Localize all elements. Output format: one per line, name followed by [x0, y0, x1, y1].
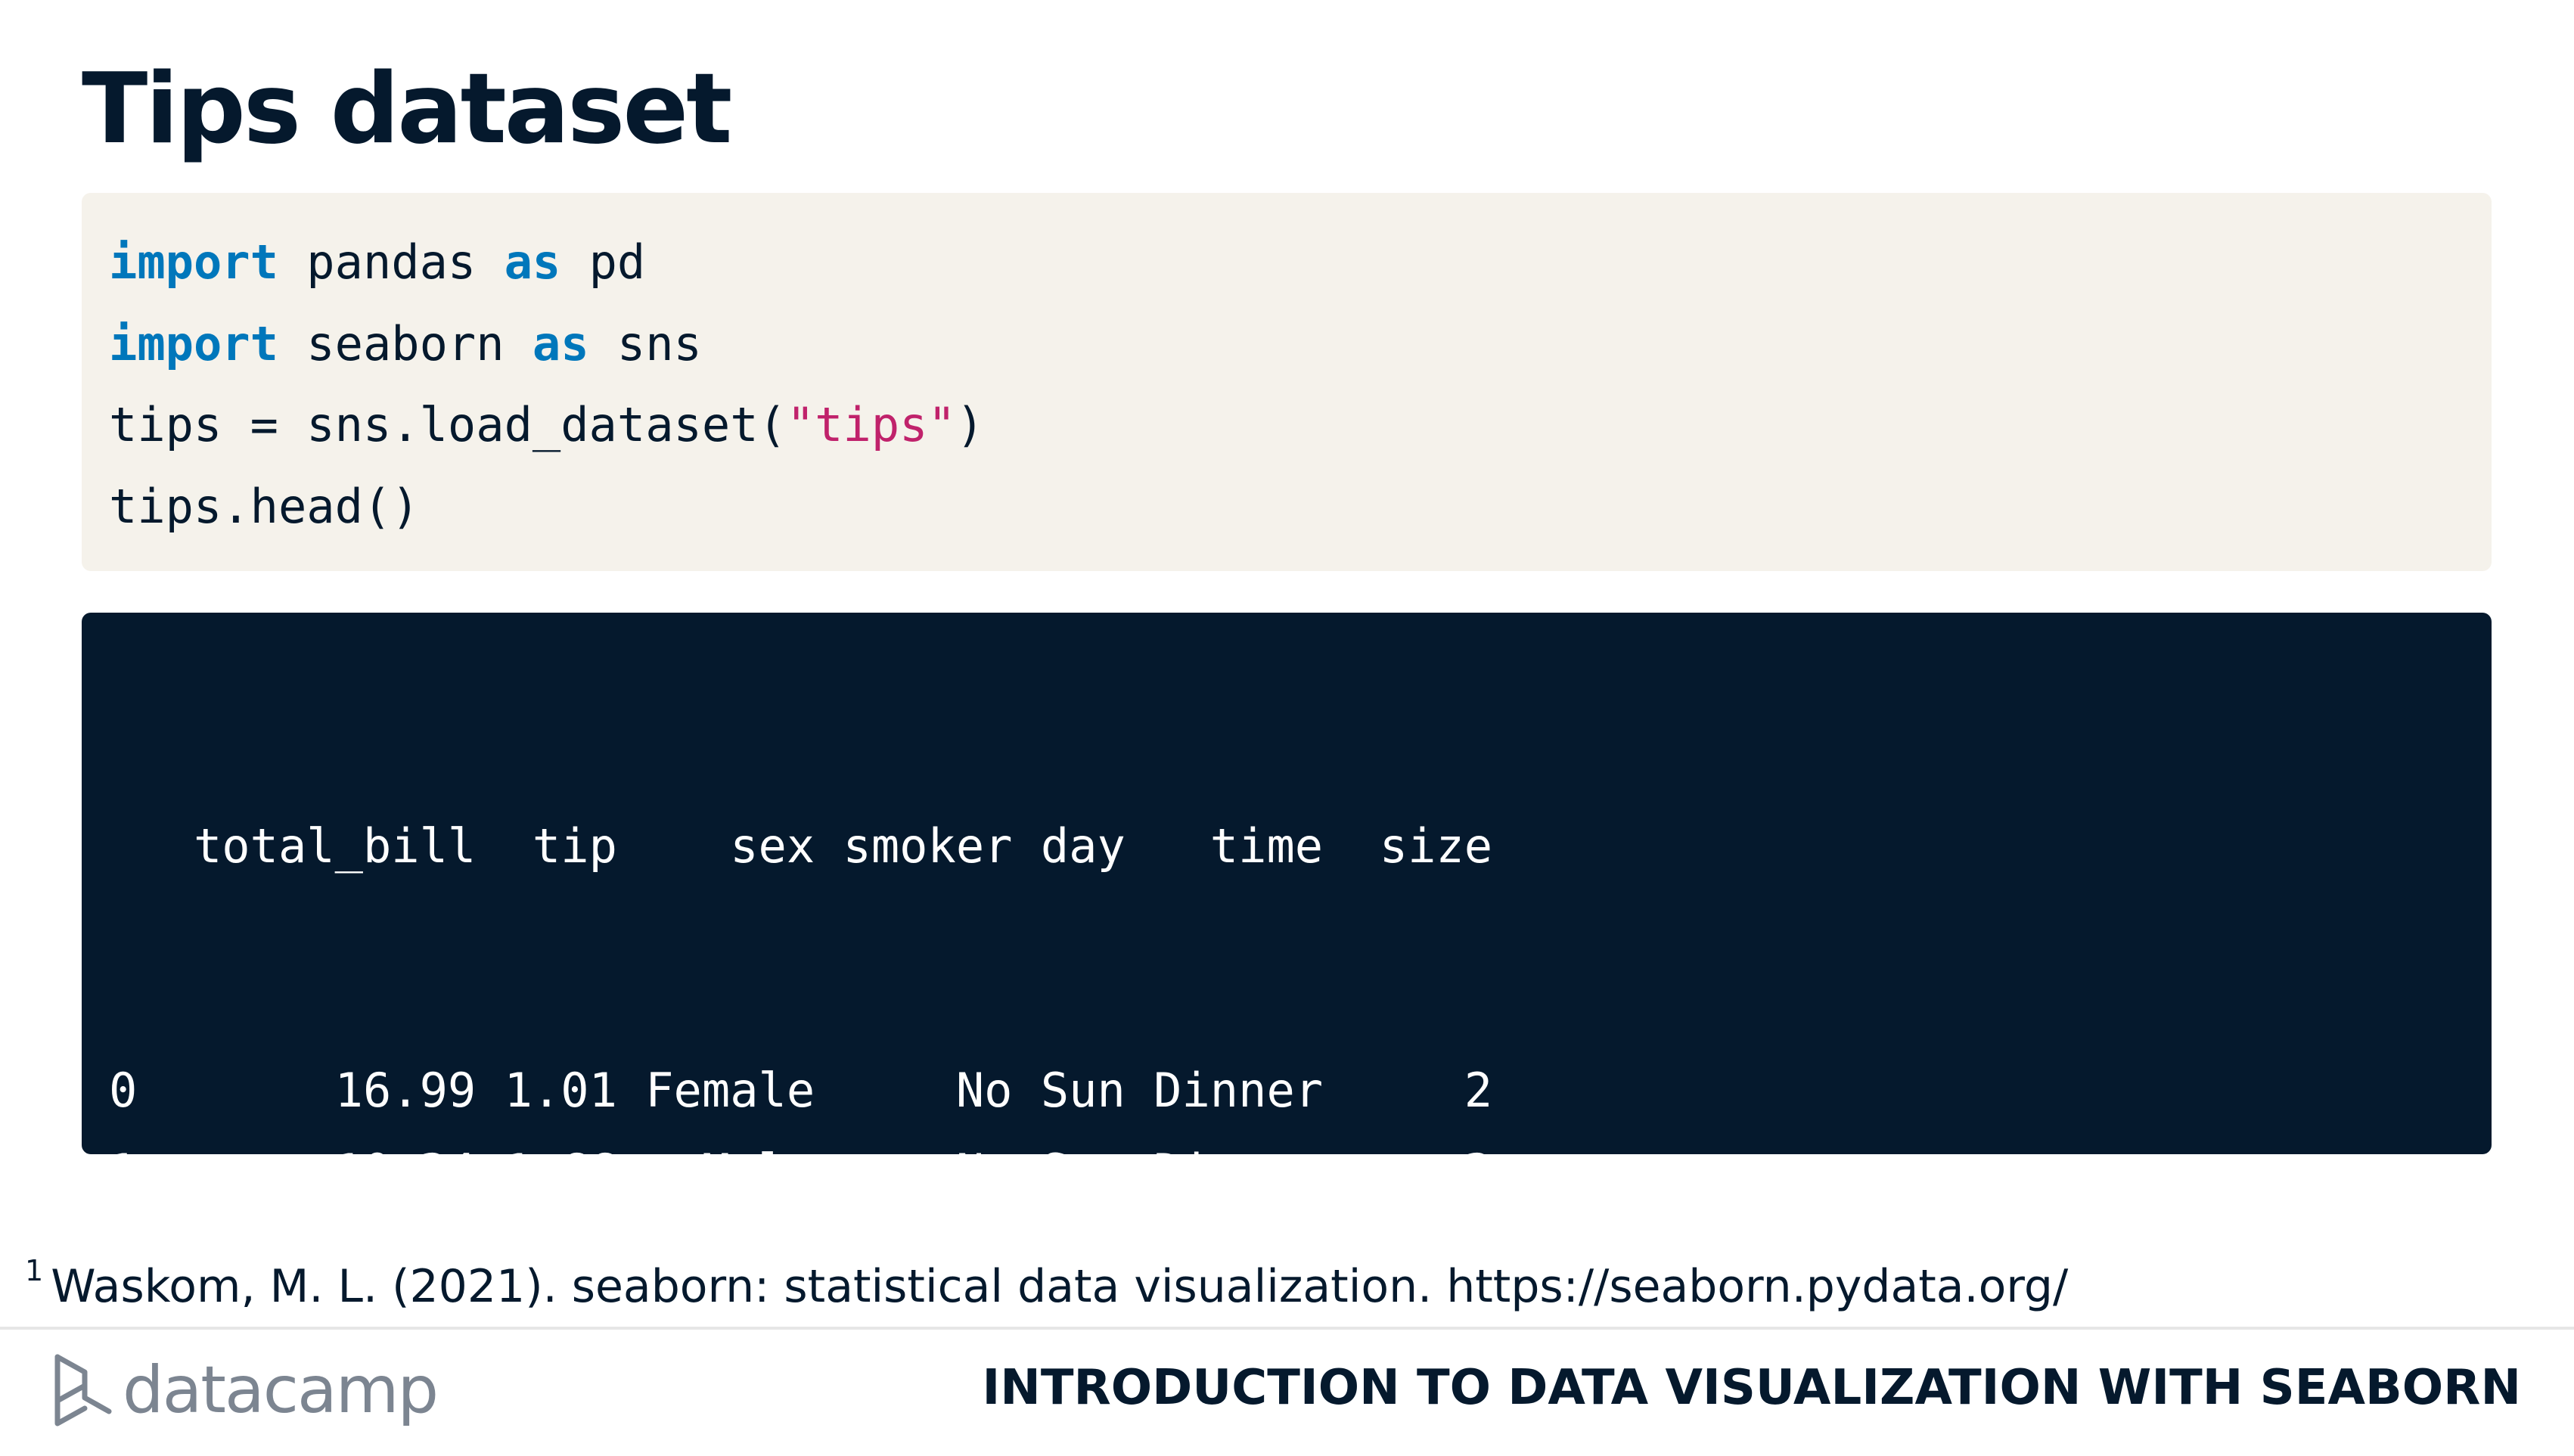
code-line: import pandas as pd: [109, 222, 2492, 303]
code-token: ): [956, 397, 984, 452]
code-token: seaborn: [278, 316, 532, 371]
datacamp-logo-icon: [53, 1354, 113, 1427]
output-cell: 1.66: [476, 1144, 617, 1199]
footnote: 1Waskom, M. L. (2021). seaborn: statisti…: [25, 1240, 2068, 1317]
output-header-row: total_bill tip sex smoker day time size: [109, 806, 2492, 887]
code-lines: import pandas as pdimport seaborn as sns…: [109, 222, 2492, 547]
logo-wordmark: datacamp: [123, 1352, 437, 1428]
output-cell: 3: [1323, 1144, 1492, 1199]
output-column-header: time: [1126, 818, 1323, 874]
footer-divider: [0, 1327, 2574, 1330]
output-cell: Female: [617, 1388, 815, 1443]
output-cell: 2: [1323, 1063, 1492, 1118]
output-cell: No: [815, 1144, 1012, 1199]
output-column-header: sex: [617, 818, 815, 874]
code-keyword: import: [109, 234, 278, 290]
output-column-header: tip: [476, 818, 617, 874]
output-cell: 3.61: [476, 1388, 617, 1443]
output-column-header: total_bill: [166, 818, 477, 874]
output-cell: No: [815, 1063, 1012, 1118]
output-cell: Sun: [1013, 1144, 1126, 1199]
code-keyword: as: [505, 234, 561, 290]
output-column-header: size: [1323, 818, 1492, 874]
code-line: tips.head(): [109, 466, 2492, 548]
code-token: tips = sns.load_dataset(: [109, 397, 787, 452]
footnote-marker: 1: [25, 1254, 43, 1287]
output-column-header: smoker: [815, 818, 1012, 874]
output-cell: 1.01: [476, 1063, 617, 1118]
code-token: pd: [560, 234, 645, 290]
code-line: tips = sns.load_dataset("tips"): [109, 384, 2492, 466]
output-row: 1 10.34 1.66 Male No Sun Dinner 3: [109, 1131, 2492, 1212]
code-token: pandas: [278, 234, 505, 290]
code-string: "tips": [787, 397, 956, 452]
output-block: total_bill tip sex smoker day time size …: [82, 613, 2492, 1154]
output-cell: Female: [617, 1063, 815, 1118]
code-keyword: as: [532, 316, 589, 371]
output-cell: Dinner: [1126, 1063, 1323, 1118]
code-line: import seaborn as sns: [109, 303, 2492, 385]
code-block: import pandas as pdimport seaborn as sns…: [82, 193, 2492, 571]
output-cell: Dinner: [1126, 1144, 1323, 1199]
output-cell: Male: [617, 1144, 815, 1199]
output-column-header: day: [1013, 818, 1126, 874]
code-token: sns: [589, 316, 702, 371]
output-cell: 16.99: [166, 1063, 477, 1118]
code-token: tips.head(): [109, 479, 420, 534]
slide-title: Tips dataset: [82, 53, 730, 166]
output-cell: 10.34: [166, 1144, 477, 1199]
output-row-index: 1: [109, 1144, 166, 1199]
course-title: INTRODUCTION TO DATA VISUALIZATION WITH …: [982, 1354, 2521, 1422]
output-row: 0 16.99 1.01 Female No Sun Dinner 2: [109, 1050, 2492, 1132]
code-keyword: import: [109, 316, 278, 371]
output-row-index: 0: [109, 1063, 166, 1118]
datacamp-logo: datacamp: [53, 1352, 437, 1428]
dataframe-output: total_bill tip sex smoker day time size …: [109, 643, 2492, 1456]
output-cell: Sun: [1013, 1063, 1126, 1118]
footnote-text: Waskom, M. L. (2021). seaborn: statistic…: [51, 1260, 2068, 1313]
